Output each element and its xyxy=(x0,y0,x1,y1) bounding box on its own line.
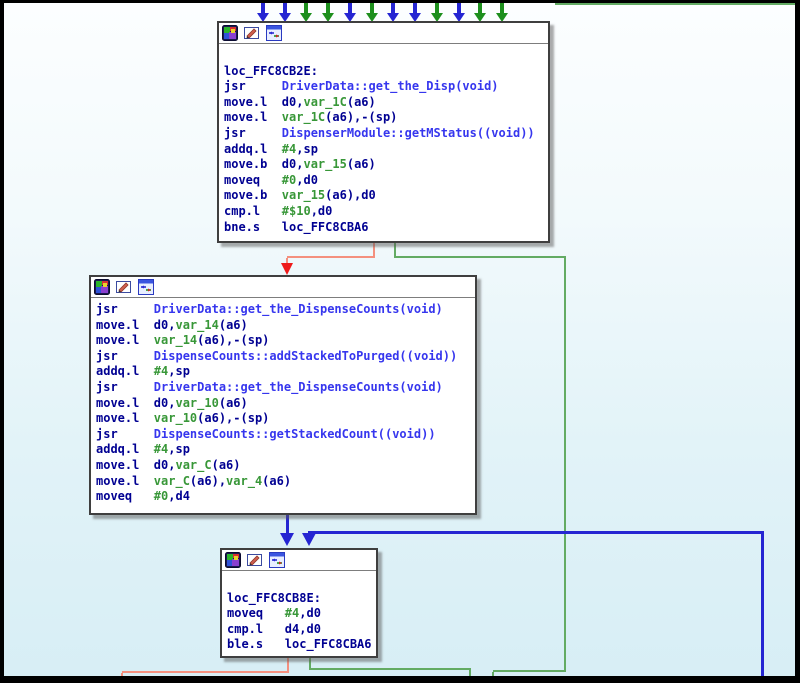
basic-block-node[interactable]: jsr DriverData::get_the_DispenseCounts(v… xyxy=(89,275,477,515)
graph-view-icon[interactable] xyxy=(138,279,154,295)
screenshot-border xyxy=(0,0,800,3)
asm-line[interactable]: addq.l #4,sp xyxy=(96,442,475,458)
asm-line[interactable]: cmp.l d4,d0 xyxy=(227,622,376,638)
color-palette-icon[interactable] xyxy=(225,552,241,568)
asm-line[interactable]: jsr DispenseCounts::getStackedCount((voi… xyxy=(96,427,475,443)
edge-node3-not-taken-segment xyxy=(287,658,289,672)
disassembly-code: jsr DriverData::get_the_DispenseCounts(v… xyxy=(91,298,475,505)
asm-line[interactable]: move.l var_1C(a6),-(sp) xyxy=(224,110,548,126)
asm-line[interactable]: addq.l #4,sp xyxy=(96,364,475,380)
asm-line[interactable]: move.b var_15(a6),d0 xyxy=(224,188,548,204)
disassembly-code: loc_FFC8CB2E: jsr DriverData::get_the_Dis… xyxy=(219,44,548,235)
graph-canvas: loc_FFC8CB2E: jsr DriverData::get_the_Dis… xyxy=(0,0,800,683)
edge-not-taken-arrowhead xyxy=(281,263,293,275)
asm-line[interactable]: move.l d0,var_14(a6) xyxy=(96,318,475,334)
disassembly-code: loc_FFC8CB8E: moveq #4,d0 cmp.l d4,d0 ble.s… xyxy=(222,571,376,653)
edge-node3-taken-segment xyxy=(309,668,471,670)
edge-loopback-segment xyxy=(308,531,764,534)
asm-line[interactable]: move.l var_C(a6),var_4(a6) xyxy=(96,474,475,490)
asm-line[interactable]: moveq #4,d0 xyxy=(227,606,376,622)
graph-view-icon[interactable] xyxy=(266,25,282,41)
asm-line[interactable]: loc_FFC8CB8E: xyxy=(227,591,376,607)
asm-line[interactable]: addq.l #4,sp xyxy=(224,142,548,158)
asm-line[interactable]: moveq #0,d0 xyxy=(224,173,548,189)
edge-fallthrough-segment xyxy=(286,515,289,534)
basic-block-node[interactable]: loc_FFC8CB8E: moveq #4,d0 cmp.l d4,d0 ble.s… xyxy=(220,548,378,658)
screenshot-border xyxy=(0,0,4,683)
asm-line[interactable]: move.l d0,var_C(a6) xyxy=(96,458,475,474)
asm-line[interactable]: jsr DispenseCounts::addStackedToPurged((… xyxy=(96,349,475,365)
edge-taken-segment xyxy=(394,256,566,258)
asm-line[interactable]: move.l d0,var_1C(a6) xyxy=(224,95,548,111)
edge-node3-not-taken-segment xyxy=(122,671,289,673)
asm-line[interactable]: ble.s loc_FFC8CBA6 xyxy=(227,637,376,653)
edge-not-taken-segment xyxy=(287,256,375,258)
asm-line[interactable]: jsr DriverData::get_the_Disp(void) xyxy=(224,79,548,95)
asm-line[interactable]: move.l d0,var_10(a6) xyxy=(96,396,475,412)
edit-pencil-icon[interactable] xyxy=(244,25,260,41)
edge-loopback-arrowhead xyxy=(302,533,316,546)
node-titlebar[interactable] xyxy=(91,277,475,298)
node-titlebar[interactable] xyxy=(219,23,548,44)
basic-block-node[interactable]: loc_FFC8CB2E: jsr DriverData::get_the_Dis… xyxy=(217,21,550,243)
asm-line[interactable] xyxy=(224,48,548,64)
asm-line[interactable]: cmp.l #$10,d0 xyxy=(224,204,548,220)
asm-line[interactable]: moveq #0,d4 xyxy=(96,489,475,505)
asm-line[interactable]: move.l var_14(a6),-(sp) xyxy=(96,333,475,349)
screenshot-border xyxy=(795,0,800,683)
color-palette-icon[interactable] xyxy=(222,25,238,41)
asm-line[interactable]: move.l var_10(a6),-(sp) xyxy=(96,411,475,427)
asm-line[interactable]: jsr DispenserModule::getMStatus((void)) xyxy=(224,126,548,142)
graph-view-icon[interactable] xyxy=(269,552,285,568)
color-palette-icon[interactable] xyxy=(94,279,110,295)
edge-loopback-segment xyxy=(761,531,764,676)
edge-not-taken-segment xyxy=(373,243,375,257)
asm-line[interactable]: move.b d0,var_15(a6) xyxy=(224,157,548,173)
edge-taken-segment xyxy=(493,670,566,672)
node-titlebar[interactable] xyxy=(222,550,376,571)
edit-pencil-icon[interactable] xyxy=(116,279,132,295)
asm-line[interactable]: jsr DriverData::get_the_DispenseCounts(v… xyxy=(96,302,475,318)
asm-line[interactable] xyxy=(227,575,376,591)
asm-line[interactable]: jsr DriverData::get_the_DispenseCounts(v… xyxy=(96,380,475,396)
edge-passthrough-green-segment xyxy=(555,3,797,5)
asm-line[interactable]: loc_FFC8CB2E: xyxy=(224,64,548,80)
asm-line[interactable]: bne.s loc_FFC8CBA6 xyxy=(224,220,548,236)
screenshot-border xyxy=(0,676,800,683)
edit-pencil-icon[interactable] xyxy=(247,552,263,568)
edge-taken-segment xyxy=(564,258,566,672)
edge-fallthrough-arrowhead xyxy=(280,533,294,546)
